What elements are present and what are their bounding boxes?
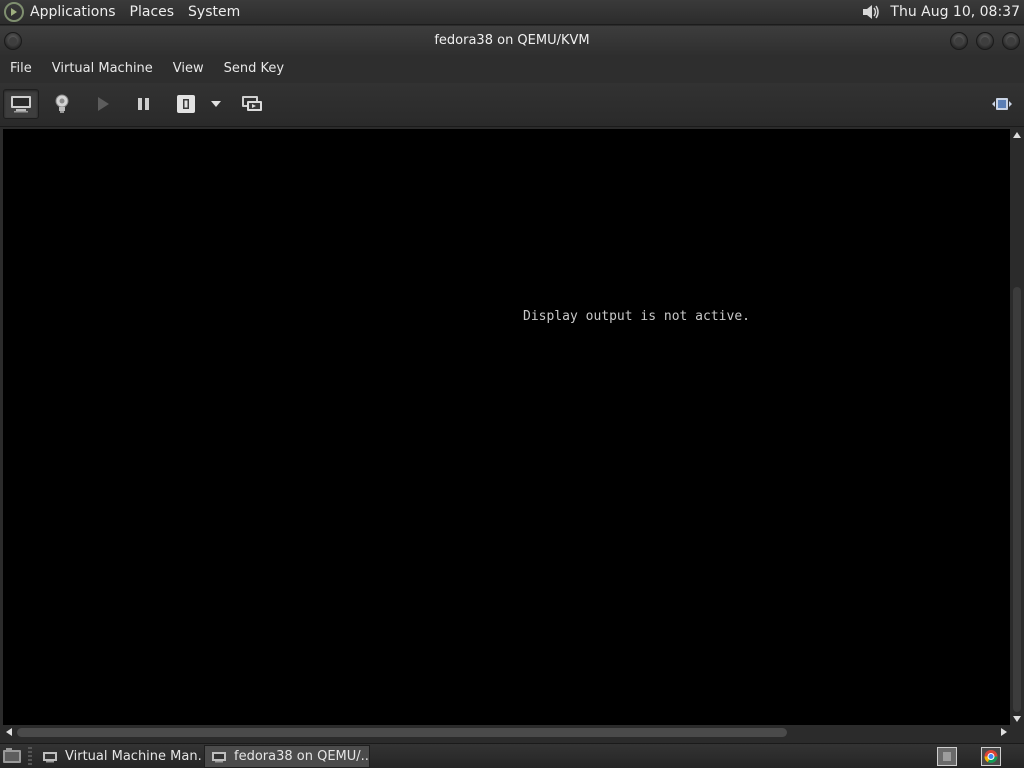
vertical-scrollbar[interactable]: [1010, 129, 1024, 725]
window-title: fedora38 on QEMU/KVM: [434, 33, 590, 48]
vm-manager-icon: [43, 751, 57, 762]
console-icon: [11, 96, 31, 113]
vertical-scroll-thumb[interactable]: [1013, 287, 1021, 712]
applications-label: Applications: [30, 3, 116, 20]
pause-icon: [138, 98, 149, 110]
menu-view[interactable]: View: [163, 55, 214, 83]
fedora-logo-icon: [4, 2, 24, 22]
window-menu-button[interactable]: [4, 32, 22, 50]
taskbar-item-virtual-machine-manager[interactable]: Virtual Machine Man...: [36, 745, 202, 768]
shutdown-icon: [177, 95, 195, 113]
fullscreen-button[interactable]: [984, 89, 1020, 119]
display-status-message: Display output is not active.: [523, 309, 750, 324]
scroll-right-arrow-icon[interactable]: [1001, 728, 1007, 736]
show-desktop-button[interactable]: [2, 747, 22, 765]
horizontal-scroll-thumb[interactable]: [17, 728, 787, 737]
speaker-icon[interactable]: [860, 2, 882, 22]
applications-menu[interactable]: Applications: [0, 0, 123, 25]
window-titlebar[interactable]: fedora38 on QEMU/KVM: [0, 26, 1024, 55]
menu-send-key[interactable]: Send Key: [214, 55, 294, 83]
chrome-icon: [981, 747, 1001, 766]
shutdown-button[interactable]: [168, 89, 204, 119]
taskbar-item-label: Virtual Machine Man...: [65, 749, 202, 764]
places-menu[interactable]: Places: [123, 0, 182, 25]
horizontal-scrollbar[interactable]: [3, 725, 1010, 740]
taskbar-item-fedora38[interactable]: fedora38 on QEMU/...: [204, 745, 370, 768]
workspace-switcher-icon: [937, 747, 957, 766]
details-button[interactable]: [44, 89, 80, 119]
shutdown-dropdown-button[interactable]: [202, 89, 230, 119]
maximize-button[interactable]: [976, 32, 994, 50]
tray-app[interactable]: [981, 747, 1001, 766]
menu-virtual-machine[interactable]: Virtual Machine: [42, 55, 163, 83]
vm-console-icon: [212, 751, 226, 762]
info-lightbulb-icon: [55, 94, 69, 113]
snapshots-button[interactable]: [234, 89, 270, 119]
scroll-down-arrow-icon[interactable]: [1013, 716, 1021, 722]
snapshots-icon: [242, 96, 262, 111]
show-desktop-icon: [3, 748, 21, 763]
console-button[interactable]: [3, 89, 39, 119]
workspace-switcher[interactable]: [937, 747, 957, 766]
dropdown-arrow-icon: [211, 101, 221, 107]
pause-button[interactable]: [126, 89, 162, 119]
taskbar-item-label: fedora38 on QEMU/...: [234, 749, 370, 764]
clock[interactable]: Thu Aug 10, 08:37: [890, 4, 1024, 20]
bottom-panel: Virtual Machine Man... fedora38 on QEMU/…: [0, 743, 1024, 768]
close-button[interactable]: [1002, 32, 1020, 50]
run-button[interactable]: [85, 89, 121, 119]
panel-menu: Applications Places System: [0, 0, 247, 25]
scroll-left-arrow-icon[interactable]: [6, 728, 12, 736]
minimize-button[interactable]: [950, 32, 968, 50]
fullscreen-icon: [992, 98, 1012, 110]
vm-display[interactable]: Display output is not active.: [3, 129, 1010, 725]
system-menu[interactable]: System: [181, 0, 247, 25]
toolbar: [0, 83, 1024, 127]
run-icon: [98, 97, 109, 111]
top-panel: Applications Places System Thu Aug 10, 0…: [0, 0, 1024, 25]
scrollbar-corner: [1010, 725, 1024, 740]
menu-file[interactable]: File: [0, 55, 42, 83]
menubar: File Virtual Machine View Send Key: [0, 55, 1024, 83]
scroll-up-arrow-icon[interactable]: [1013, 132, 1021, 138]
taskbar-separator: [28, 747, 32, 765]
